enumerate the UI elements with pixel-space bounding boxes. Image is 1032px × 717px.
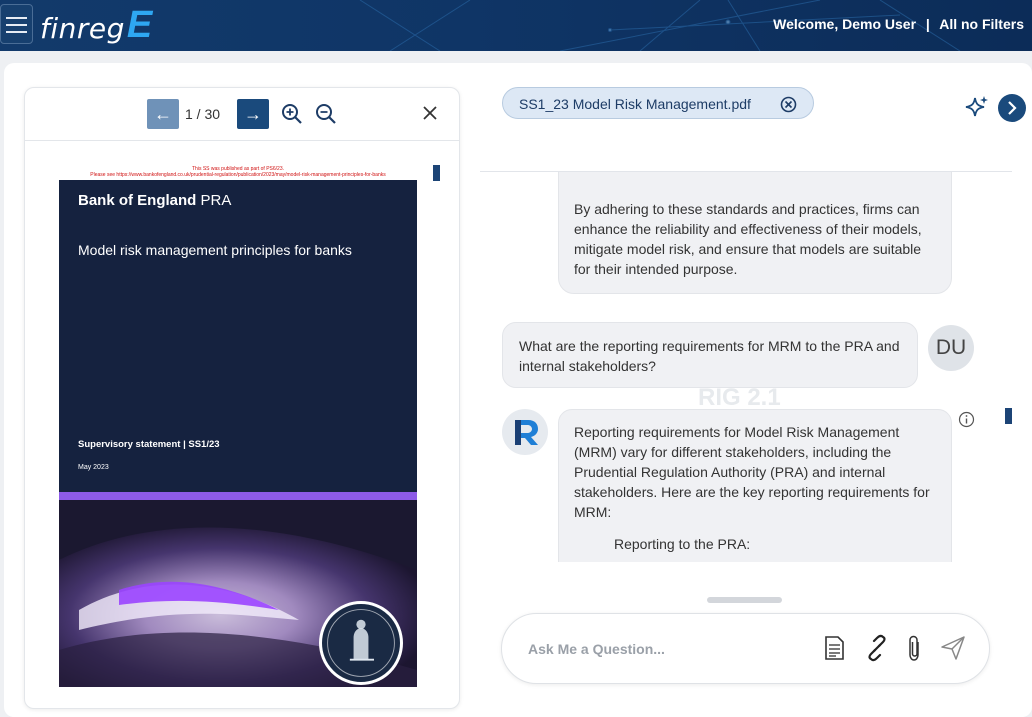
question-input[interactable]: [528, 638, 798, 660]
cover-title: Model risk management principles for ban…: [78, 242, 352, 258]
pdf-viewer: ← 1 / 30 → This SS was published as part…: [24, 87, 460, 709]
previous-page-button[interactable]: ←: [147, 99, 179, 129]
app-logo[interactable]: finreg E: [40, 5, 152, 45]
hamburger-line: [6, 24, 27, 26]
cover-brand: Bank of England PRA: [78, 192, 231, 209]
cover-stripe: [59, 492, 417, 500]
bank-seal-icon: [319, 601, 403, 685]
page-indicator: 1 / 30: [185, 106, 221, 122]
user-message: What are the reporting requirements for …: [502, 322, 918, 388]
zoom-out-icon[interactable]: [315, 103, 337, 125]
send-icon[interactable]: [939, 634, 967, 662]
message-text: Reporting requirements for Model Risk Ma…: [574, 424, 930, 520]
chat-scrollbar[interactable]: [1005, 408, 1012, 424]
menu-button[interactable]: [0, 4, 33, 44]
logo-text: finreg: [40, 12, 125, 45]
hamburger-line: [6, 31, 27, 33]
collapse-panel-button[interactable]: [998, 94, 1026, 122]
message-text: By adhering to these standards and pract…: [574, 201, 922, 277]
document-notice: This SS was published as part of PS6/23.…: [59, 164, 417, 180]
assistant-message: By adhering to these standards and pract…: [558, 172, 952, 294]
chat-history[interactable]: By adhering to these standards and pract…: [480, 172, 1020, 562]
message-text: What are the reporting requirements for …: [519, 338, 900, 374]
cover-date: May 2023: [78, 464, 109, 471]
document-icon[interactable]: [820, 634, 848, 662]
cover-brand-bold: Bank of England: [78, 192, 197, 209]
info-icon[interactable]: [958, 411, 975, 428]
file-chip[interactable]: SS1_23 Model Risk Management.pdf: [502, 87, 814, 119]
next-page-button[interactable]: →: [237, 99, 269, 129]
notice-line-2: Please see https://www.bankofengland.co.…: [90, 172, 386, 178]
viewer-scrollbar[interactable]: [433, 165, 440, 181]
message-subheading: Reporting to the PRA:: [614, 536, 751, 552]
chevron-right-icon: [1008, 101, 1017, 115]
document-cover: Bank of England PRA Model risk managemen…: [59, 180, 417, 687]
user-info: Welcome, Demo User | All no Filters: [773, 16, 1024, 32]
welcome-text: Welcome, Demo User: [773, 16, 917, 32]
assistant-message: Reporting requirements for Model Risk Ma…: [558, 409, 952, 562]
assistant-avatar: [502, 409, 548, 455]
cover-brand-suffix: PRA: [200, 192, 232, 209]
cover-statement: Supervisory statement | SS1/23: [78, 439, 220, 450]
viewer-toolbar: ← 1 / 30 →: [25, 88, 459, 141]
user-avatar: DU: [928, 325, 974, 371]
watermark: RIG 2.1: [698, 384, 781, 411]
document-page: This SS was published as part of PS6/23.…: [59, 164, 417, 687]
file-name: SS1_23 Model Risk Management.pdf: [519, 96, 751, 112]
zoom-in-icon[interactable]: [281, 103, 303, 125]
paperclip-icon[interactable]: [901, 634, 929, 662]
remove-circle-icon[interactable]: [780, 96, 797, 113]
top-bar: finreg E Welcome, Demo User | All no Fil…: [0, 0, 1032, 51]
horizontal-scrollbar[interactable]: [707, 597, 782, 603]
hamburger-icon: [6, 17, 27, 19]
sparkle-icon[interactable]: [964, 94, 990, 120]
link-icon[interactable]: [863, 634, 891, 662]
question-box: [501, 613, 990, 684]
filter-status[interactable]: All no Filters: [939, 16, 1024, 32]
assistant-logo-icon: [515, 420, 538, 445]
separator: |: [925, 16, 930, 32]
close-icon[interactable]: [421, 104, 439, 122]
logo-letter: E: [126, 4, 153, 46]
